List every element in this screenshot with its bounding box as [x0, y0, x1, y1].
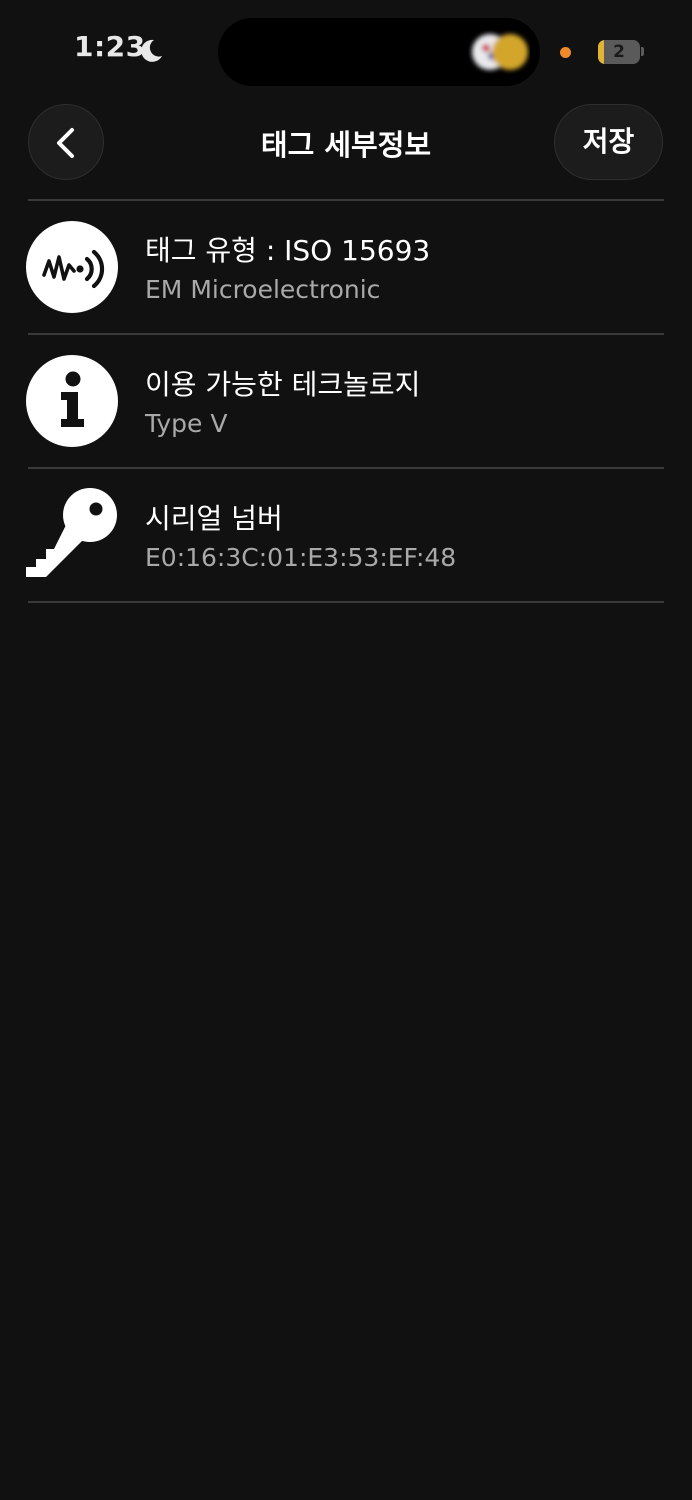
battery-icon: 2 [598, 40, 640, 64]
key-icon [26, 488, 117, 577]
info-icon [26, 355, 118, 447]
status-time: 1:23 [74, 30, 146, 63]
technology-title: 이용 가능한 테크놀로지 [145, 368, 421, 401]
divider [28, 601, 664, 603]
status-bar: 1:23 2 [0, 0, 692, 100]
privacy-indicator-dot [560, 47, 571, 58]
serial-number-value: E0:16:3C:01:E3:53:EF:48 [145, 543, 457, 572]
back-button[interactable] [28, 104, 104, 180]
tag-type-title: 태그 유형 : ISO 15693 [145, 234, 431, 267]
save-button[interactable]: 저장 [554, 104, 663, 180]
navigation-bar: 태그 세부정보 저장 [0, 100, 692, 190]
battery-level: 2 [613, 42, 625, 62]
list-item-technology: 이용 가능한 테크놀로지 Type V [26, 335, 664, 467]
list-item-tag-type: 태그 유형 : ISO 15693 EM Microelectronic [26, 201, 664, 333]
tag-type-manufacturer: EM Microelectronic [145, 275, 381, 304]
chevron-left-icon [57, 128, 74, 158]
tag-details-list: 태그 유형 : ISO 15693 EM Microelectronic 이용 … [26, 199, 664, 603]
live-activity-avatar-icon [472, 34, 528, 70]
page-title: 태그 세부정보 [260, 128, 432, 162]
nfc-waveform-icon [26, 221, 118, 313]
moon-icon [141, 39, 162, 62]
technology-value: Type V [145, 409, 228, 438]
serial-number-title: 시리얼 넘버 [145, 502, 283, 535]
list-item-serial-number: 시리얼 넘버 E0:16:3C:01:E3:53:EF:48 [26, 469, 664, 601]
battery-cap [641, 47, 644, 56]
